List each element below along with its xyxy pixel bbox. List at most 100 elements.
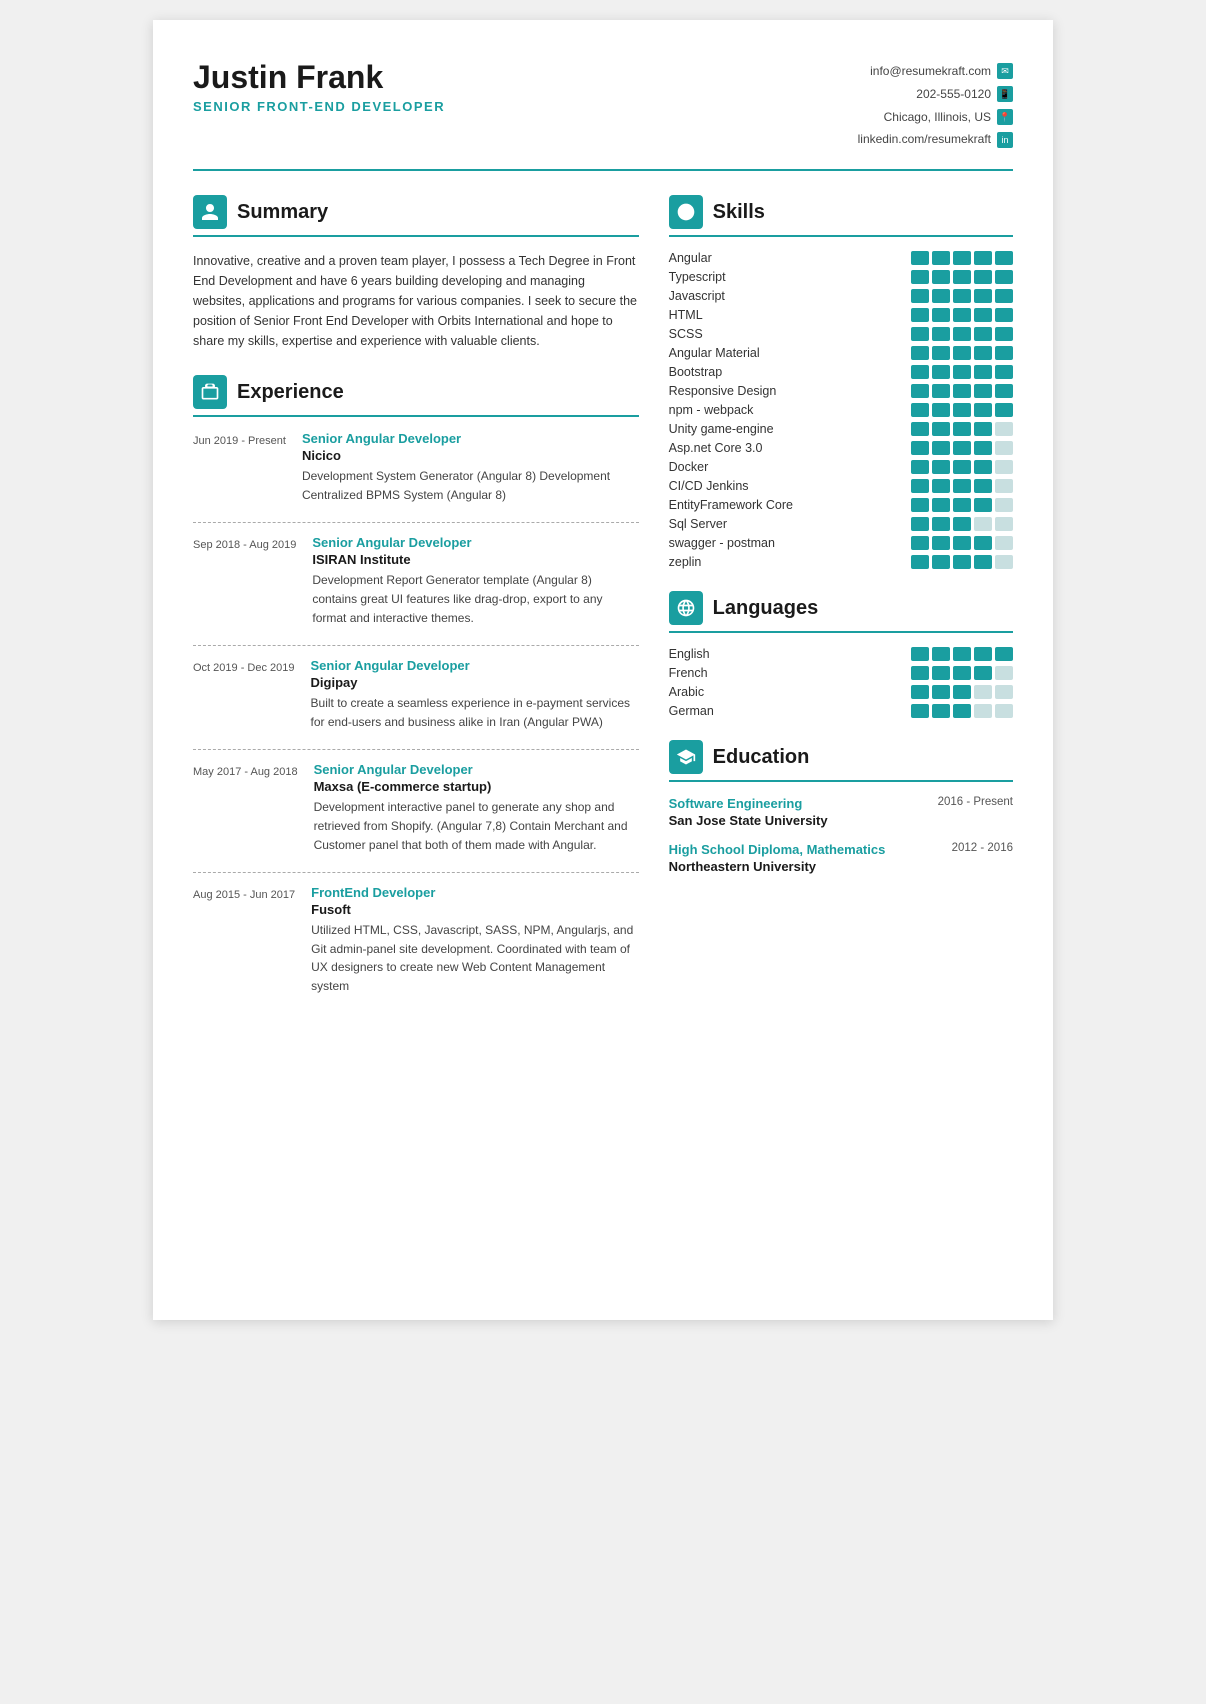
exp-date: Oct 2019 - Dec 2019 — [193, 658, 295, 737]
language-bars — [911, 704, 1013, 718]
bar-filled — [911, 327, 929, 341]
graduation-svg — [676, 747, 696, 767]
exp-divider — [193, 645, 639, 646]
exp-desc: Built to create a seamless experience in… — [311, 694, 639, 731]
summary-icon — [193, 195, 227, 229]
skill-name: Typescript — [669, 270, 911, 284]
skills-divider — [669, 235, 1013, 237]
education-heading: Education — [713, 746, 810, 769]
exp-divider — [193, 522, 639, 523]
language-bars — [911, 685, 1013, 699]
skill-name: Bootstrap — [669, 365, 911, 379]
languages-section-title: Languages — [669, 591, 1013, 625]
exp-job-title: Senior Angular Developer — [314, 762, 639, 777]
education-section: Education Software Engineering2016 - Pre… — [669, 740, 1013, 874]
experience-divider — [193, 415, 639, 417]
skill-row: Responsive Design — [669, 384, 1013, 398]
bar-filled — [911, 270, 929, 284]
bar-filled — [974, 536, 992, 550]
linkedin-row: linkedin.com/resumekraft in — [858, 128, 1013, 151]
language-bars — [911, 647, 1013, 661]
exp-company: Digipay — [311, 675, 639, 690]
language-name: German — [669, 704, 911, 718]
bar-filled — [974, 498, 992, 512]
bar-filled — [932, 704, 950, 718]
languages-section: Languages EnglishFrenchArabicGerman — [669, 591, 1013, 718]
skill-row: Asp.net Core 3.0 — [669, 441, 1013, 455]
language-row: French — [669, 666, 1013, 680]
bar-filled — [932, 365, 950, 379]
header-left: Justin Frank SENIOR FRONT-END DEVELOPER — [193, 60, 445, 114]
skill-name: Asp.net Core 3.0 — [669, 441, 911, 455]
skill-name: Unity game-engine — [669, 422, 911, 436]
exp-divider — [193, 872, 639, 873]
experience-section-title: Experience — [193, 375, 639, 409]
skill-bars — [911, 403, 1013, 417]
bar-filled — [953, 365, 971, 379]
candidate-title: SENIOR FRONT-END DEVELOPER — [193, 99, 445, 114]
left-column: Summary Innovative, creative and a prove… — [193, 195, 639, 1021]
bar-filled — [932, 308, 950, 322]
candidate-name: Justin Frank — [193, 60, 445, 95]
language-row: German — [669, 704, 1013, 718]
email-row: info@resumekraft.com ✉ — [858, 60, 1013, 83]
bar-filled — [953, 308, 971, 322]
bar-empty — [974, 685, 992, 699]
bar-filled — [932, 647, 950, 661]
bar-filled — [932, 479, 950, 493]
bar-empty — [995, 517, 1013, 531]
skill-row: Sql Server — [669, 517, 1013, 531]
rocket-svg — [676, 202, 696, 222]
bar-filled — [974, 479, 992, 493]
skill-row: npm - webpack — [669, 403, 1013, 417]
skill-bars — [911, 251, 1013, 265]
experience-item: May 2017 - Aug 2018Senior Angular Develo… — [193, 762, 639, 860]
bar-filled — [995, 365, 1013, 379]
bar-filled — [953, 517, 971, 531]
skill-name: npm - webpack — [669, 403, 911, 417]
edu-school: San Jose State University — [669, 813, 1013, 828]
edu-header: Software Engineering2016 - Present — [669, 796, 1013, 811]
bar-filled — [995, 647, 1013, 661]
bar-filled — [974, 422, 992, 436]
skill-name: Javascript — [669, 289, 911, 303]
bar-filled — [995, 346, 1013, 360]
skill-row: EntityFramework Core — [669, 498, 1013, 512]
person-svg — [200, 202, 220, 222]
exp-desc: Development System Generator (Angular 8)… — [302, 467, 639, 504]
exp-company: ISIRAN Institute — [312, 552, 638, 567]
skills-heading: Skills — [713, 201, 765, 224]
bar-filled — [911, 479, 929, 493]
skill-name: CI/CD Jenkins — [669, 479, 911, 493]
bar-empty — [995, 555, 1013, 569]
experience-item: Sep 2018 - Aug 2019Senior Angular Develo… — [193, 535, 639, 633]
bar-filled — [953, 403, 971, 417]
bar-filled — [932, 251, 950, 265]
bar-filled — [953, 327, 971, 341]
skill-bars — [911, 308, 1013, 322]
bar-filled — [932, 666, 950, 680]
bar-filled — [911, 308, 929, 322]
bar-filled — [932, 270, 950, 284]
bar-filled — [974, 327, 992, 341]
language-bars — [911, 666, 1013, 680]
skills-section-title: Skills — [669, 195, 1013, 229]
exp-desc: Utilized HTML, CSS, Javascript, SASS, NP… — [311, 921, 639, 995]
languages-icon — [669, 591, 703, 625]
bar-filled — [911, 346, 929, 360]
bar-filled — [953, 441, 971, 455]
skill-bars — [911, 327, 1013, 341]
briefcase-svg — [200, 382, 220, 402]
skill-bars — [911, 479, 1013, 493]
exp-content: FrontEnd DeveloperFusoftUtilized HTML, C… — [311, 885, 639, 1001]
bar-filled — [953, 479, 971, 493]
exp-desc: Development Report Generator template (A… — [312, 571, 638, 627]
bar-filled — [932, 384, 950, 398]
bar-filled — [911, 251, 929, 265]
skill-bars — [911, 384, 1013, 398]
summary-heading: Summary — [237, 201, 328, 224]
skill-row: Typescript — [669, 270, 1013, 284]
language-name: French — [669, 666, 911, 680]
bar-filled — [932, 685, 950, 699]
phone-icon: 📱 — [997, 86, 1013, 102]
